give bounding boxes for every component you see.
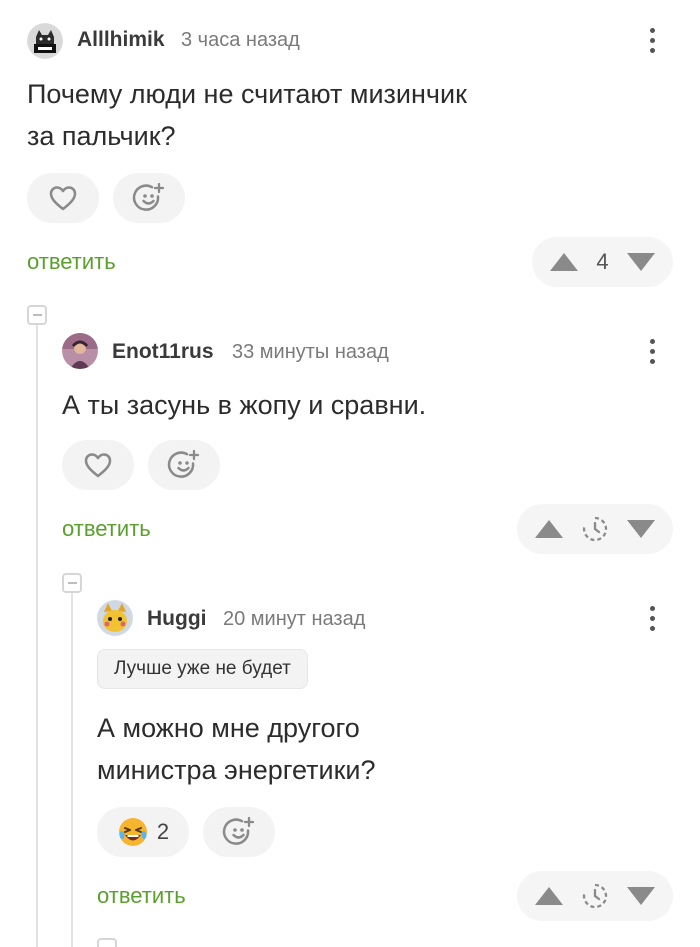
comment-time: 33 минуты назад [232, 341, 389, 363]
more-options-icon[interactable] [640, 22, 664, 58]
upvote-icon[interactable] [533, 885, 565, 907]
comment-text-line: А ты засунь в жопу и сравни. [62, 390, 427, 420]
more-options-icon[interactable] [640, 333, 664, 369]
heart-icon [49, 186, 77, 211]
laughing-emoji-icon [118, 818, 147, 846]
like-button[interactable] [62, 440, 134, 490]
rating-count: 4 [596, 249, 609, 274]
thread-line [36, 322, 38, 947]
add-reaction-button[interactable] [148, 440, 220, 490]
add-reaction-button[interactable] [113, 173, 185, 223]
vote-box [517, 871, 673, 921]
upvote-icon[interactable] [533, 518, 565, 540]
user-tag: Лучше уже не будет [97, 649, 308, 689]
pending-rating-icon [582, 516, 608, 542]
thread-line [71, 590, 73, 947]
heart-icon [84, 453, 112, 478]
comment-author[interactable]: Alllhimik [77, 28, 165, 52]
comment-text-line: А можно мне другого [97, 713, 360, 743]
comment-text-line: министра энергетики? [97, 755, 376, 785]
downvote-icon[interactable] [625, 885, 657, 907]
comment-text: Почему люди не считают мизинчик за пальч… [27, 73, 627, 157]
collapse-thread-button[interactable] [97, 938, 117, 947]
downvote-icon[interactable] [625, 251, 657, 273]
comment-text: А ты засунь в жопу и сравни. [62, 384, 642, 426]
more-options-icon[interactable] [640, 600, 664, 636]
emoji-add-icon [167, 449, 200, 478]
reply-link[interactable]: ответить [27, 249, 116, 275]
avatar[interactable] [97, 600, 133, 636]
reply-link[interactable]: ответить [97, 883, 186, 909]
collapse-thread-button[interactable] [62, 573, 82, 593]
reaction-button[interactable]: 2 [97, 807, 189, 857]
reply-link[interactable]: ответить [62, 516, 151, 542]
comment-text-line: за пальчик? [27, 121, 176, 151]
comment-text: А можно мне другого министра энергетики? [97, 707, 657, 791]
reaction-count: 2 [156, 819, 170, 844]
comment-text-line: Почему люди не считают мизинчик [27, 79, 467, 109]
downvote-icon[interactable] [625, 518, 657, 540]
comment-time: 3 часа назад [181, 29, 300, 51]
upvote-icon[interactable] [548, 251, 580, 273]
avatar[interactable] [27, 23, 63, 59]
avatar[interactable] [62, 333, 98, 369]
pending-rating-icon [582, 883, 608, 909]
emoji-add-icon [222, 816, 255, 845]
add-reaction-button[interactable] [203, 807, 275, 857]
collapse-thread-button[interactable] [27, 305, 47, 325]
comment-author[interactable]: Huggi [147, 607, 206, 631]
comment-time: 20 минут назад [223, 608, 366, 630]
like-button[interactable] [27, 173, 99, 223]
vote-box: 4 [532, 237, 673, 287]
vote-box [517, 504, 673, 554]
comment-author[interactable]: Enot11rus [112, 340, 214, 364]
emoji-add-icon [132, 182, 165, 211]
